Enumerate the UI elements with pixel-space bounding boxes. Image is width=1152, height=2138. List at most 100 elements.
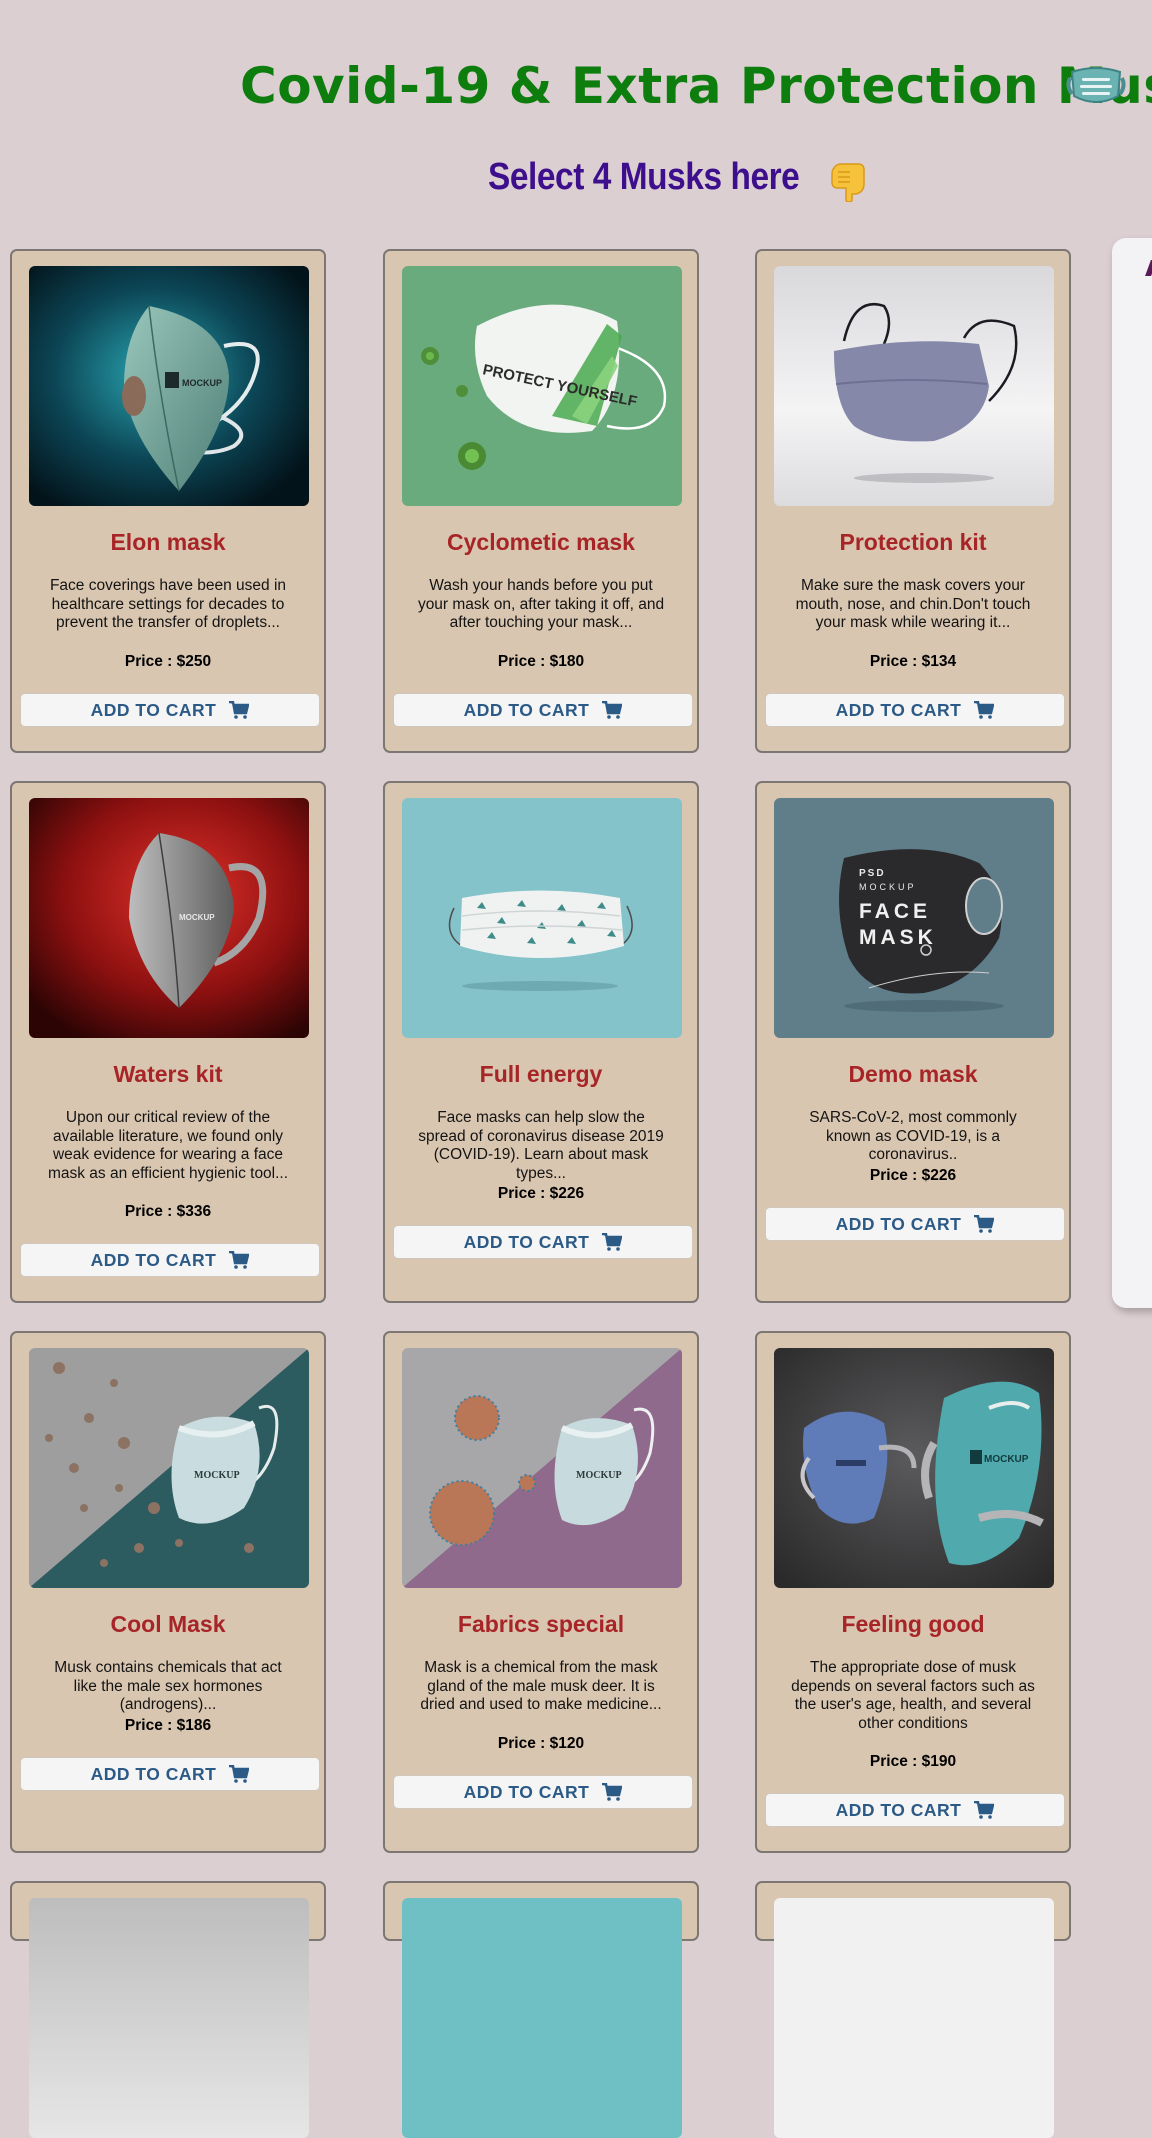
product-name: Elon mask [110, 529, 226, 555]
product-card [383, 1881, 699, 2138]
product-image [29, 1898, 309, 2138]
page-title: Covid-19 & Extra Protection Musk [240, 57, 1152, 115]
mockup-text: MOCKUP [182, 378, 222, 388]
product-description: Mask is a chemical from the mask gland o… [420, 1659, 662, 1713]
product-price: Price : $226 [869, 1167, 957, 1184]
mask-image: PSD MOCKUP FACE MASK [774, 798, 1054, 1038]
product-name: Fabrics special [457, 1611, 625, 1637]
product-image-feeling-good: MOCKUP [774, 1348, 1054, 1588]
shopping-cart-icon [974, 1801, 995, 1819]
product-name: Demo mask [848, 1061, 978, 1087]
medical-mask-icon [1066, 67, 1126, 103]
add-to-cart-button[interactable]: ADD TO CART [393, 693, 693, 727]
product-card: MOCKUP Feeling good The appropriate dose… [755, 1331, 1071, 1853]
product-image-cool-mask: MOCKUP [29, 1348, 309, 1588]
mask-image: MOCKUP [29, 798, 309, 1038]
add-to-cart-label: ADD TO CART [835, 1799, 962, 1820]
product-image-fabrics-special: MOCKUP [402, 1348, 682, 1588]
product-description: Face coverings have been used in healthc… [49, 577, 287, 631]
mask-image: MOCKUP [29, 266, 309, 506]
mockup-text: MOCKUP [859, 882, 917, 892]
mask-image [774, 266, 1054, 506]
product-card [755, 1881, 1071, 2138]
cart-panel-heading-fragment [1145, 260, 1152, 276]
product-name: Cyclometic mask [447, 529, 635, 555]
add-to-cart-label: ADD TO CART [90, 1249, 217, 1270]
product-image-full-energy [402, 798, 682, 1038]
shopping-cart-icon [229, 1765, 250, 1783]
product-price: Price : $134 [869, 653, 957, 670]
psd-text: PSD [859, 868, 886, 879]
product-name: Protection kit [839, 529, 987, 555]
add-to-cart-button[interactable]: ADD TO CART [20, 1243, 320, 1277]
add-to-cart-label: ADD TO CART [835, 1213, 962, 1234]
product-card: Protection kit Make sure the mask covers… [755, 249, 1071, 753]
add-to-cart-label: ADD TO CART [90, 699, 217, 720]
cart-panel [1112, 238, 1152, 1308]
product-price: Price : $186 [124, 1717, 212, 1734]
shopping-cart-icon [602, 701, 623, 719]
product-card: Full energy Face masks can help slow the… [383, 781, 699, 1303]
mockup-text: MOCKUP [576, 1470, 622, 1481]
product-name: Full energy [479, 1061, 603, 1087]
product-description: Wash your hands before you put your mask… [417, 577, 665, 631]
product-description: Face masks can help slow the spread of c… [418, 1109, 664, 1182]
page-subtitle: Select 4 Musks here [488, 156, 800, 198]
face-text: FACE [859, 900, 931, 923]
add-to-cart-label: ADD TO CART [90, 1763, 217, 1784]
shopping-cart-icon [229, 701, 250, 719]
product-description: The appropriate dose of musk depends on … [791, 1659, 1035, 1732]
product-image-elon-mask: MOCKUP [29, 266, 309, 506]
product-price: Price : $226 [497, 1185, 585, 1202]
product-price: Price : $250 [124, 653, 212, 670]
add-to-cart-label: ADD TO CART [835, 699, 962, 720]
mask-image: MOCKUP [29, 1348, 309, 1588]
product-description: Musk contains chemicals that act like th… [54, 1659, 282, 1713]
product-image-waters-kit: MOCKUP [29, 798, 309, 1038]
add-to-cart-button[interactable]: ADD TO CART [393, 1775, 693, 1809]
mask-image: MOCKUP [402, 1348, 682, 1588]
mask-image: MOCKUP [774, 1348, 1054, 1588]
product-card: PROTECT YOURSELF Cyclometic mask Wash yo… [383, 249, 699, 753]
add-to-cart-button[interactable]: ADD TO CART [765, 693, 1065, 727]
product-card: MOCKUP Waters kit Upon our critical revi… [10, 781, 326, 1303]
product-card: MOCKUP Cool Mask Musk contains chemicals… [10, 1331, 326, 1853]
product-card: MOCKUP Fabrics special Mask is a chemica… [383, 1331, 699, 1853]
mockup-text: MOCKUP [984, 1454, 1029, 1465]
add-to-cart-button[interactable]: ADD TO CART [20, 693, 320, 727]
product-name: Waters kit [113, 1061, 223, 1087]
add-to-cart-button[interactable]: ADD TO CART [393, 1225, 693, 1259]
product-card [10, 1881, 326, 2138]
mockup-text: MOCKUP [179, 913, 215, 922]
product-image-demo-mask: PSD MOCKUP FACE MASK [774, 798, 1054, 1038]
product-price: Price : $190 [869, 1753, 957, 1770]
add-to-cart-label: ADD TO CART [463, 699, 590, 720]
shopping-cart-icon [602, 1233, 623, 1251]
product-card: PSD MOCKUP FACE MASK Demo mask SARS-CoV-… [755, 781, 1071, 1303]
product-card: MOCKUP Elon mask Face coverings have bee… [10, 249, 326, 753]
mask-image [402, 798, 682, 1038]
product-price: Price : $180 [497, 653, 585, 670]
product-image-cyclometic-mask: PROTECT YOURSELF [402, 266, 682, 506]
product-image-protection-kit [774, 266, 1054, 506]
product-description: SARS-CoV-2, most commonly known as COVID… [809, 1109, 1017, 1163]
pointing-down-hand-icon [831, 163, 865, 202]
mask-text: MASK [859, 926, 937, 949]
shopping-cart-icon [602, 1783, 623, 1801]
add-to-cart-label: ADD TO CART [463, 1781, 590, 1802]
product-image [774, 1898, 1054, 2138]
product-description: Upon our critical review of the availabl… [47, 1109, 289, 1182]
add-to-cart-button[interactable]: ADD TO CART [20, 1757, 320, 1791]
add-to-cart-button[interactable]: ADD TO CART [765, 1793, 1065, 1827]
shopping-cart-icon [229, 1251, 250, 1269]
product-description: Make sure the mask covers your mouth, no… [795, 577, 1031, 631]
product-name: Cool Mask [110, 1611, 226, 1637]
shopping-cart-icon [974, 1215, 995, 1233]
product-price: Price : $336 [124, 1203, 212, 1220]
product-name: Feeling good [841, 1611, 985, 1637]
mockup-text: MOCKUP [194, 1470, 240, 1481]
shopping-cart-icon [974, 701, 995, 719]
mask-image: PROTECT YOURSELF [402, 266, 682, 506]
add-to-cart-label: ADD TO CART [463, 1231, 590, 1252]
add-to-cart-button[interactable]: ADD TO CART [765, 1207, 1065, 1241]
